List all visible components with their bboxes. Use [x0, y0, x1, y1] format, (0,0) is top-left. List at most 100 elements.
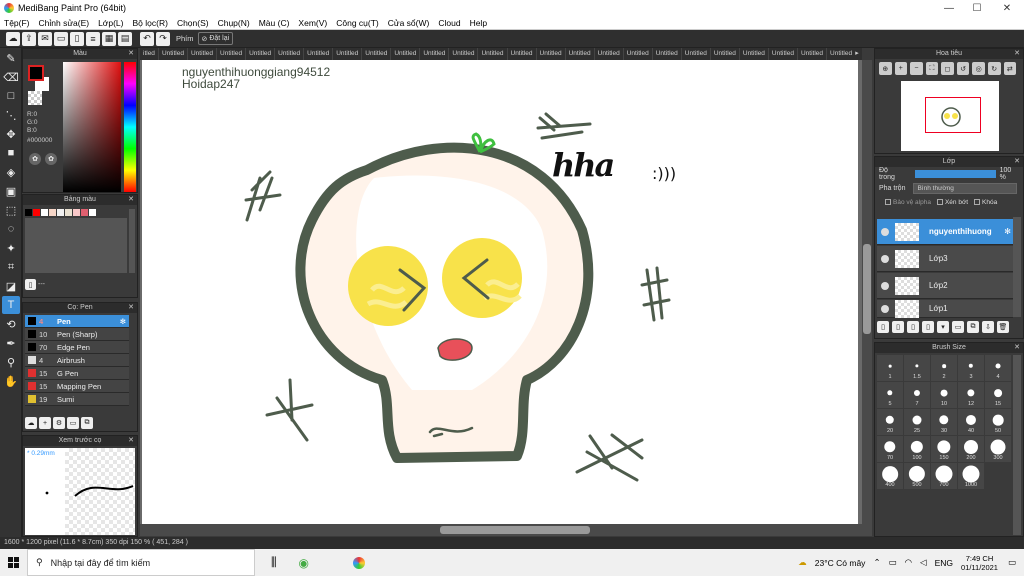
blend-mode-select[interactable]: Bình thường	[913, 182, 1018, 194]
new-1bit-layer-icon[interactable]: ▯	[922, 321, 934, 333]
palette-swatch[interactable]	[89, 209, 96, 216]
layer-scrollbar[interactable]	[1013, 217, 1021, 317]
brush-settings-icon[interactable]: ⚙	[53, 417, 65, 429]
actual-size-icon[interactable]: ◻	[941, 62, 954, 75]
document-tab[interactable]: Untitled	[653, 48, 682, 60]
document-tab[interactable]: Untitled	[769, 48, 798, 60]
brush-size-cell[interactable]: 40	[958, 409, 984, 435]
protect-alpha-checkbox[interactable]	[885, 199, 891, 205]
panel-tool-icon[interactable]: ⟲	[2, 315, 20, 333]
document-tab[interactable]: Untitled	[420, 48, 450, 60]
document-tab[interactable]: Untitled	[508, 48, 537, 60]
close-icon[interactable]: ✕	[128, 49, 134, 59]
folder-icon[interactable]: ▭	[67, 417, 79, 429]
palette-swatch[interactable]	[81, 209, 88, 216]
palette-scrollbar[interactable]	[129, 209, 135, 273]
brush-size-cell[interactable]: 200	[958, 436, 984, 462]
taskbar-clock[interactable]: 7:49 CH 01/11/2021	[961, 554, 998, 572]
delete-layer-icon[interactable]: 🗑	[997, 321, 1009, 333]
brush-item[interactable]: 15 G Pen	[25, 367, 129, 380]
saturation-value-picker[interactable]	[63, 62, 121, 192]
eye-icon[interactable]	[881, 281, 889, 290]
network-icon[interactable]: ▭	[889, 557, 897, 568]
palette-swatch[interactable]	[65, 209, 72, 216]
menu-edit[interactable]: Chỉnh sửa(E)	[39, 18, 90, 28]
document-tab[interactable]: Untitled	[304, 48, 334, 60]
upload-icon[interactable]: ⇪	[22, 31, 36, 46]
brush-item[interactable]: 10 Pen (Sharp)	[25, 328, 129, 341]
document-tab[interactable]: Untitled	[711, 48, 740, 60]
new-8bit-layer-icon[interactable]: ▯	[907, 321, 919, 333]
task-view-icon[interactable]: ⫼	[271, 555, 277, 570]
move-tool-icon[interactable]: ✥	[2, 125, 20, 143]
menu-cloud[interactable]: Cloud	[438, 18, 460, 28]
merge-layer-icon[interactable]: ⇩	[982, 321, 994, 333]
layer-item[interactable]: Lớp1	[877, 299, 1013, 318]
close-icon[interactable]: ✕	[1014, 343, 1020, 353]
menu-select[interactable]: Chọn(S)	[177, 18, 209, 28]
document-tab[interactable]: Untitled	[740, 48, 769, 60]
menu-filter[interactable]: Bộ lọc(R)	[133, 18, 168, 28]
eraser-tool-icon[interactable]: ⌫	[2, 68, 20, 86]
eye-icon[interactable]	[881, 227, 889, 236]
document-tab[interactable]: Untitled	[217, 48, 247, 60]
palette-swatch[interactable]	[33, 209, 40, 216]
document-tab[interactable]: Untitled	[362, 48, 392, 60]
rectangle-tool-icon[interactable]: □	[2, 87, 20, 105]
brush-size-cell[interactable]: 10	[931, 382, 957, 408]
redo-icon[interactable]: ↷	[156, 31, 170, 46]
magic-wand-tool-icon[interactable]: ✦	[2, 239, 20, 257]
bucket-tool-icon[interactable]: ◈	[2, 163, 20, 181]
close-icon[interactable]: ✕	[128, 436, 134, 446]
pinned-app-icon[interactable]: ◉	[299, 556, 309, 570]
layer-item[interactable]: Lớp2	[877, 273, 1013, 299]
color-mix-icon[interactable]: ✿	[45, 153, 57, 165]
close-icon[interactable]: ✕	[128, 195, 134, 205]
palette-swatch[interactable]	[73, 209, 80, 216]
brush-size-cell[interactable]: 12	[958, 382, 984, 408]
clip-checkbox[interactable]	[936, 199, 943, 205]
layer-options-icon[interactable]: ▾	[937, 321, 949, 333]
color-wheel-icon[interactable]: ✿	[29, 153, 41, 165]
drawing-canvas[interactable]: nguyenthihuonggiang94512 Hoidap247 hha:…	[142, 60, 858, 528]
undo-icon[interactable]: ↶	[140, 31, 154, 46]
eye-icon[interactable]	[881, 254, 889, 263]
menu-color[interactable]: Màu (C)	[259, 18, 290, 28]
chat-icon[interactable]: ▭	[54, 31, 68, 46]
duplicate-brush-icon[interactable]: ⧉	[81, 417, 93, 429]
document-tab[interactable]: Untitled	[566, 48, 595, 60]
menu-layer[interactable]: Lớp(L)	[98, 18, 123, 28]
eyedropper-tool-icon[interactable]: ⚲	[2, 353, 20, 371]
close-icon[interactable]: ✕	[1014, 49, 1020, 59]
new-halftone-layer-icon[interactable]: ▯	[892, 321, 904, 333]
document-tab[interactable]: Untitled	[188, 48, 218, 60]
page-icon[interactable]: ▯	[70, 31, 84, 46]
close-button[interactable]: ✕	[992, 0, 1022, 16]
zoom-out-icon[interactable]: −	[910, 62, 923, 75]
hue-slider[interactable]	[124, 62, 136, 192]
brush-size-cell[interactable]: 3	[958, 355, 984, 381]
zoom-fit-icon[interactable]: ⊕	[879, 62, 892, 75]
rotate-right-icon[interactable]: ↻	[987, 62, 1001, 75]
tray-expand-icon[interactable]: ⌃	[873, 557, 880, 568]
brush-size-cell[interactable]: 150	[931, 436, 957, 462]
document-tab[interactable]: Untitled	[624, 48, 653, 60]
palette-swatch[interactable]	[41, 209, 48, 216]
vertical-scroll-thumb[interactable]	[863, 244, 871, 334]
maximize-button[interactable]: ☐	[962, 0, 992, 16]
tab-scroll-arrow[interactable]: ▸	[852, 48, 862, 60]
weather-text[interactable]: 23°C Có mây	[815, 558, 866, 568]
language-indicator[interactable]: ENG	[935, 558, 953, 568]
foreground-color-swatch[interactable]	[28, 65, 44, 81]
document-tab[interactable]: Untitled	[478, 48, 508, 60]
palette-swatch[interactable]	[25, 209, 32, 216]
brush-size-cell[interactable]: 1.5	[904, 355, 930, 381]
brush-size-cell[interactable]: 4	[985, 355, 1011, 381]
taskbar-search-box[interactable]: ⚲ Nhập tại đây để tìm kiếm	[27, 549, 255, 576]
cloud-brush-icon[interactable]: ☁	[25, 417, 37, 429]
navigator-thumbnail[interactable]	[901, 81, 999, 151]
document-tab[interactable]: Untitled	[391, 48, 421, 60]
duplicate-layer-icon[interactable]: ⧉	[967, 321, 979, 333]
brush-size-cell[interactable]: 500	[904, 463, 930, 489]
menu-capture[interactable]: Chụp(N)	[218, 18, 250, 28]
